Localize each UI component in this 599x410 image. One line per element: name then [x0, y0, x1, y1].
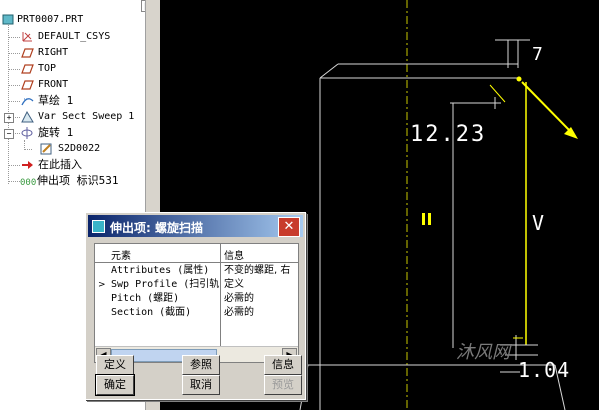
tree-guide-line — [8, 85, 20, 86]
helical-sweep-dialog: 伸出项: 螺旋扫描 ✕ 元素 信息 Attributes (属性) 不变的螺距,… — [85, 212, 306, 400]
dimension-value-bottom[interactable]: 1.04 — [518, 358, 570, 382]
current-element-arrow-icon: > — [98, 280, 106, 290]
tree-item-label: DEFAULT_CSYS — [38, 31, 111, 42]
protrusion-icon: 000 — [20, 175, 36, 188]
references-button[interactable]: 参照 — [182, 355, 220, 375]
table-row[interactable]: Pitch (螺距) 必需的 — [95, 292, 298, 306]
tree-item-label: 伸出项 标识531 — [37, 174, 119, 187]
datum-plane-icon — [21, 63, 34, 75]
tree-guide-line — [8, 165, 20, 166]
elements-table: 元素 信息 Attributes (属性) 不变的螺距, 右 > Swp Pro… — [94, 243, 299, 363]
dimension-value-top[interactable]: 7 — [532, 44, 543, 65]
row-element: Section (截面) — [111, 307, 192, 318]
close-button[interactable]: ✕ — [278, 217, 300, 237]
dialog-title: 伸出项: 螺旋扫描 — [110, 221, 203, 235]
row-info: 必需的 — [224, 293, 254, 304]
datum-plane-icon — [21, 79, 34, 91]
revolve-icon — [21, 127, 34, 139]
tree-guide-line — [8, 53, 20, 54]
tree-guide-line — [8, 101, 20, 102]
tree-item-label: 旋转 1 — [38, 126, 74, 139]
tree-guide-line — [8, 69, 20, 70]
table-row[interactable]: > Swp Profile (扫引轨迹) 定义 — [95, 278, 298, 292]
define-button[interactable]: 定义 — [96, 355, 134, 375]
sweep-icon — [21, 110, 34, 123]
row-element: Swp Profile (扫引轨迹) — [111, 279, 219, 290]
sketch-edit-icon — [40, 143, 53, 155]
start-point-arrow — [521, 81, 573, 134]
datum-plane-icon — [21, 47, 34, 59]
row-element: Pitch (螺距) — [111, 293, 180, 304]
dialog-title-bar[interactable]: 伸出项: 螺旋扫描 ✕ — [88, 215, 303, 237]
insert-here-arrow-icon — [21, 159, 34, 171]
row-info: 不变的螺距, 右 — [224, 265, 291, 276]
tree-guide-line — [24, 149, 32, 150]
tree-guide-line — [8, 16, 9, 184]
close-icon: ✕ — [283, 219, 295, 234]
dimension-value-left[interactable]: 12.23 — [410, 122, 486, 147]
sweep-trajectory-segment — [489, 84, 506, 103]
table-row[interactable]: Section (截面) 必需的 — [95, 306, 298, 320]
watermark: 沐风网 — [456, 342, 510, 363]
row-element: Attributes (属性) — [111, 265, 210, 276]
sketch-marker — [428, 213, 431, 225]
expand-plus-icon[interactable]: + — [4, 113, 14, 123]
tree-item-label: Var Sect Sweep 1 — [38, 111, 135, 122]
tree-item-label: 草绘 1 — [38, 94, 74, 107]
header-divider — [95, 262, 298, 263]
row-info: 定义 — [224, 279, 244, 290]
tree-item-label: PRT0007.PRT — [17, 14, 84, 25]
sketch-marker — [422, 213, 425, 225]
tree-item-label: S2D0022 — [58, 143, 101, 154]
tree-guide-line — [8, 37, 20, 38]
column-header-info: 信息 — [224, 251, 244, 262]
tree-item-label: 在此插入 — [38, 158, 82, 171]
model-edge — [319, 63, 339, 79]
row-info: 必需的 — [224, 307, 254, 318]
svg-text:000: 000 — [20, 178, 36, 187]
csys-icon — [21, 31, 34, 43]
tree-item-label: TOP — [38, 63, 57, 74]
dimension-label-v[interactable]: V — [532, 211, 544, 235]
start-point-arrow-head — [564, 127, 578, 139]
preview-button[interactable]: 预览 — [264, 375, 302, 395]
table-row[interactable]: Attributes (属性) 不变的螺距, 右 — [95, 264, 298, 278]
collapse-minus-icon[interactable]: − — [4, 129, 14, 139]
tree-guide-line — [8, 181, 20, 182]
column-header-element: 元素 — [111, 251, 131, 262]
start-point-marker — [516, 76, 522, 82]
info-button[interactable]: 信息 — [264, 355, 302, 375]
part-icon — [2, 14, 15, 26]
sketch-icon — [21, 95, 34, 107]
tree-item-label: RIGHT — [38, 47, 69, 58]
tree-item-label: FRONT — [38, 79, 69, 90]
ok-button[interactable]: 确定 — [95, 374, 135, 396]
cancel-button[interactable]: 取消 — [182, 375, 220, 395]
dialog-app-icon — [92, 220, 105, 233]
